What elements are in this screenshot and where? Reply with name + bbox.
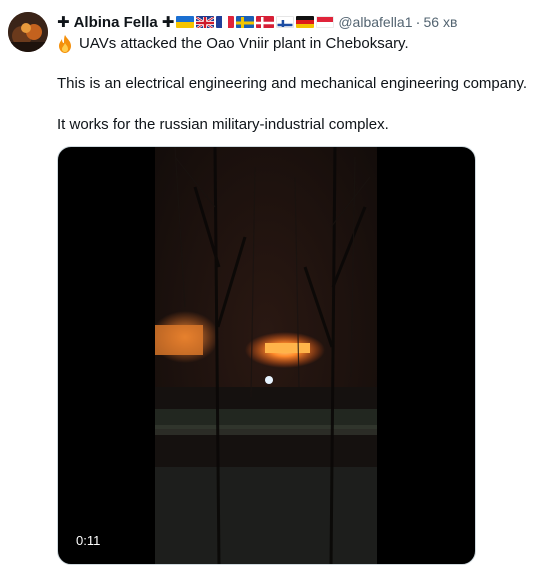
- flag-finland-icon: [276, 16, 295, 28]
- video-player[interactable]: 0:11: [57, 146, 476, 565]
- tweet-text-line-2: This is an electrical engineering and me…: [57, 75, 527, 92]
- cross-icon: ✚: [161, 14, 175, 31]
- flag-sweden-icon: [236, 16, 255, 28]
- timestamp[interactable]: 56 хв: [424, 14, 458, 30]
- fire-icon: [57, 35, 73, 53]
- author-handle[interactable]: @albafella1: [338, 14, 412, 30]
- avatar[interactable]: [8, 12, 48, 52]
- video-frame[interactable]: [155, 147, 377, 565]
- tweet-header: ✚ Albina Fella ✚ @albafella1 · 56 хв: [57, 12, 457, 32]
- cross-icon: ✚: [57, 14, 70, 31]
- flag-germany-icon: [296, 16, 315, 28]
- author-name[interactable]: Albina Fella: [74, 14, 158, 31]
- flag-uk-icon: [196, 16, 215, 28]
- flag-emoji-group: [176, 16, 335, 28]
- tweet-text: UAVs attacked the Oao Vniir plant in Che…: [79, 35, 409, 52]
- tweet[interactable]: ✚ Albina Fella ✚ @albafella1 · 56 хв UAV…: [0, 0, 534, 571]
- flag-indonesia-icon: [316, 16, 335, 28]
- video-duration: 0:11: [70, 531, 107, 550]
- flag-ukraine-icon: [176, 16, 195, 28]
- flag-france-icon: [216, 16, 235, 28]
- tweet-text-line-3: It works for the russian military-indust…: [57, 116, 389, 133]
- tweet-text-line-1: UAVs attacked the Oao Vniir plant in Che…: [57, 34, 409, 54]
- flag-denmark-icon: [256, 16, 275, 28]
- separator-dot: ·: [415, 13, 421, 31]
